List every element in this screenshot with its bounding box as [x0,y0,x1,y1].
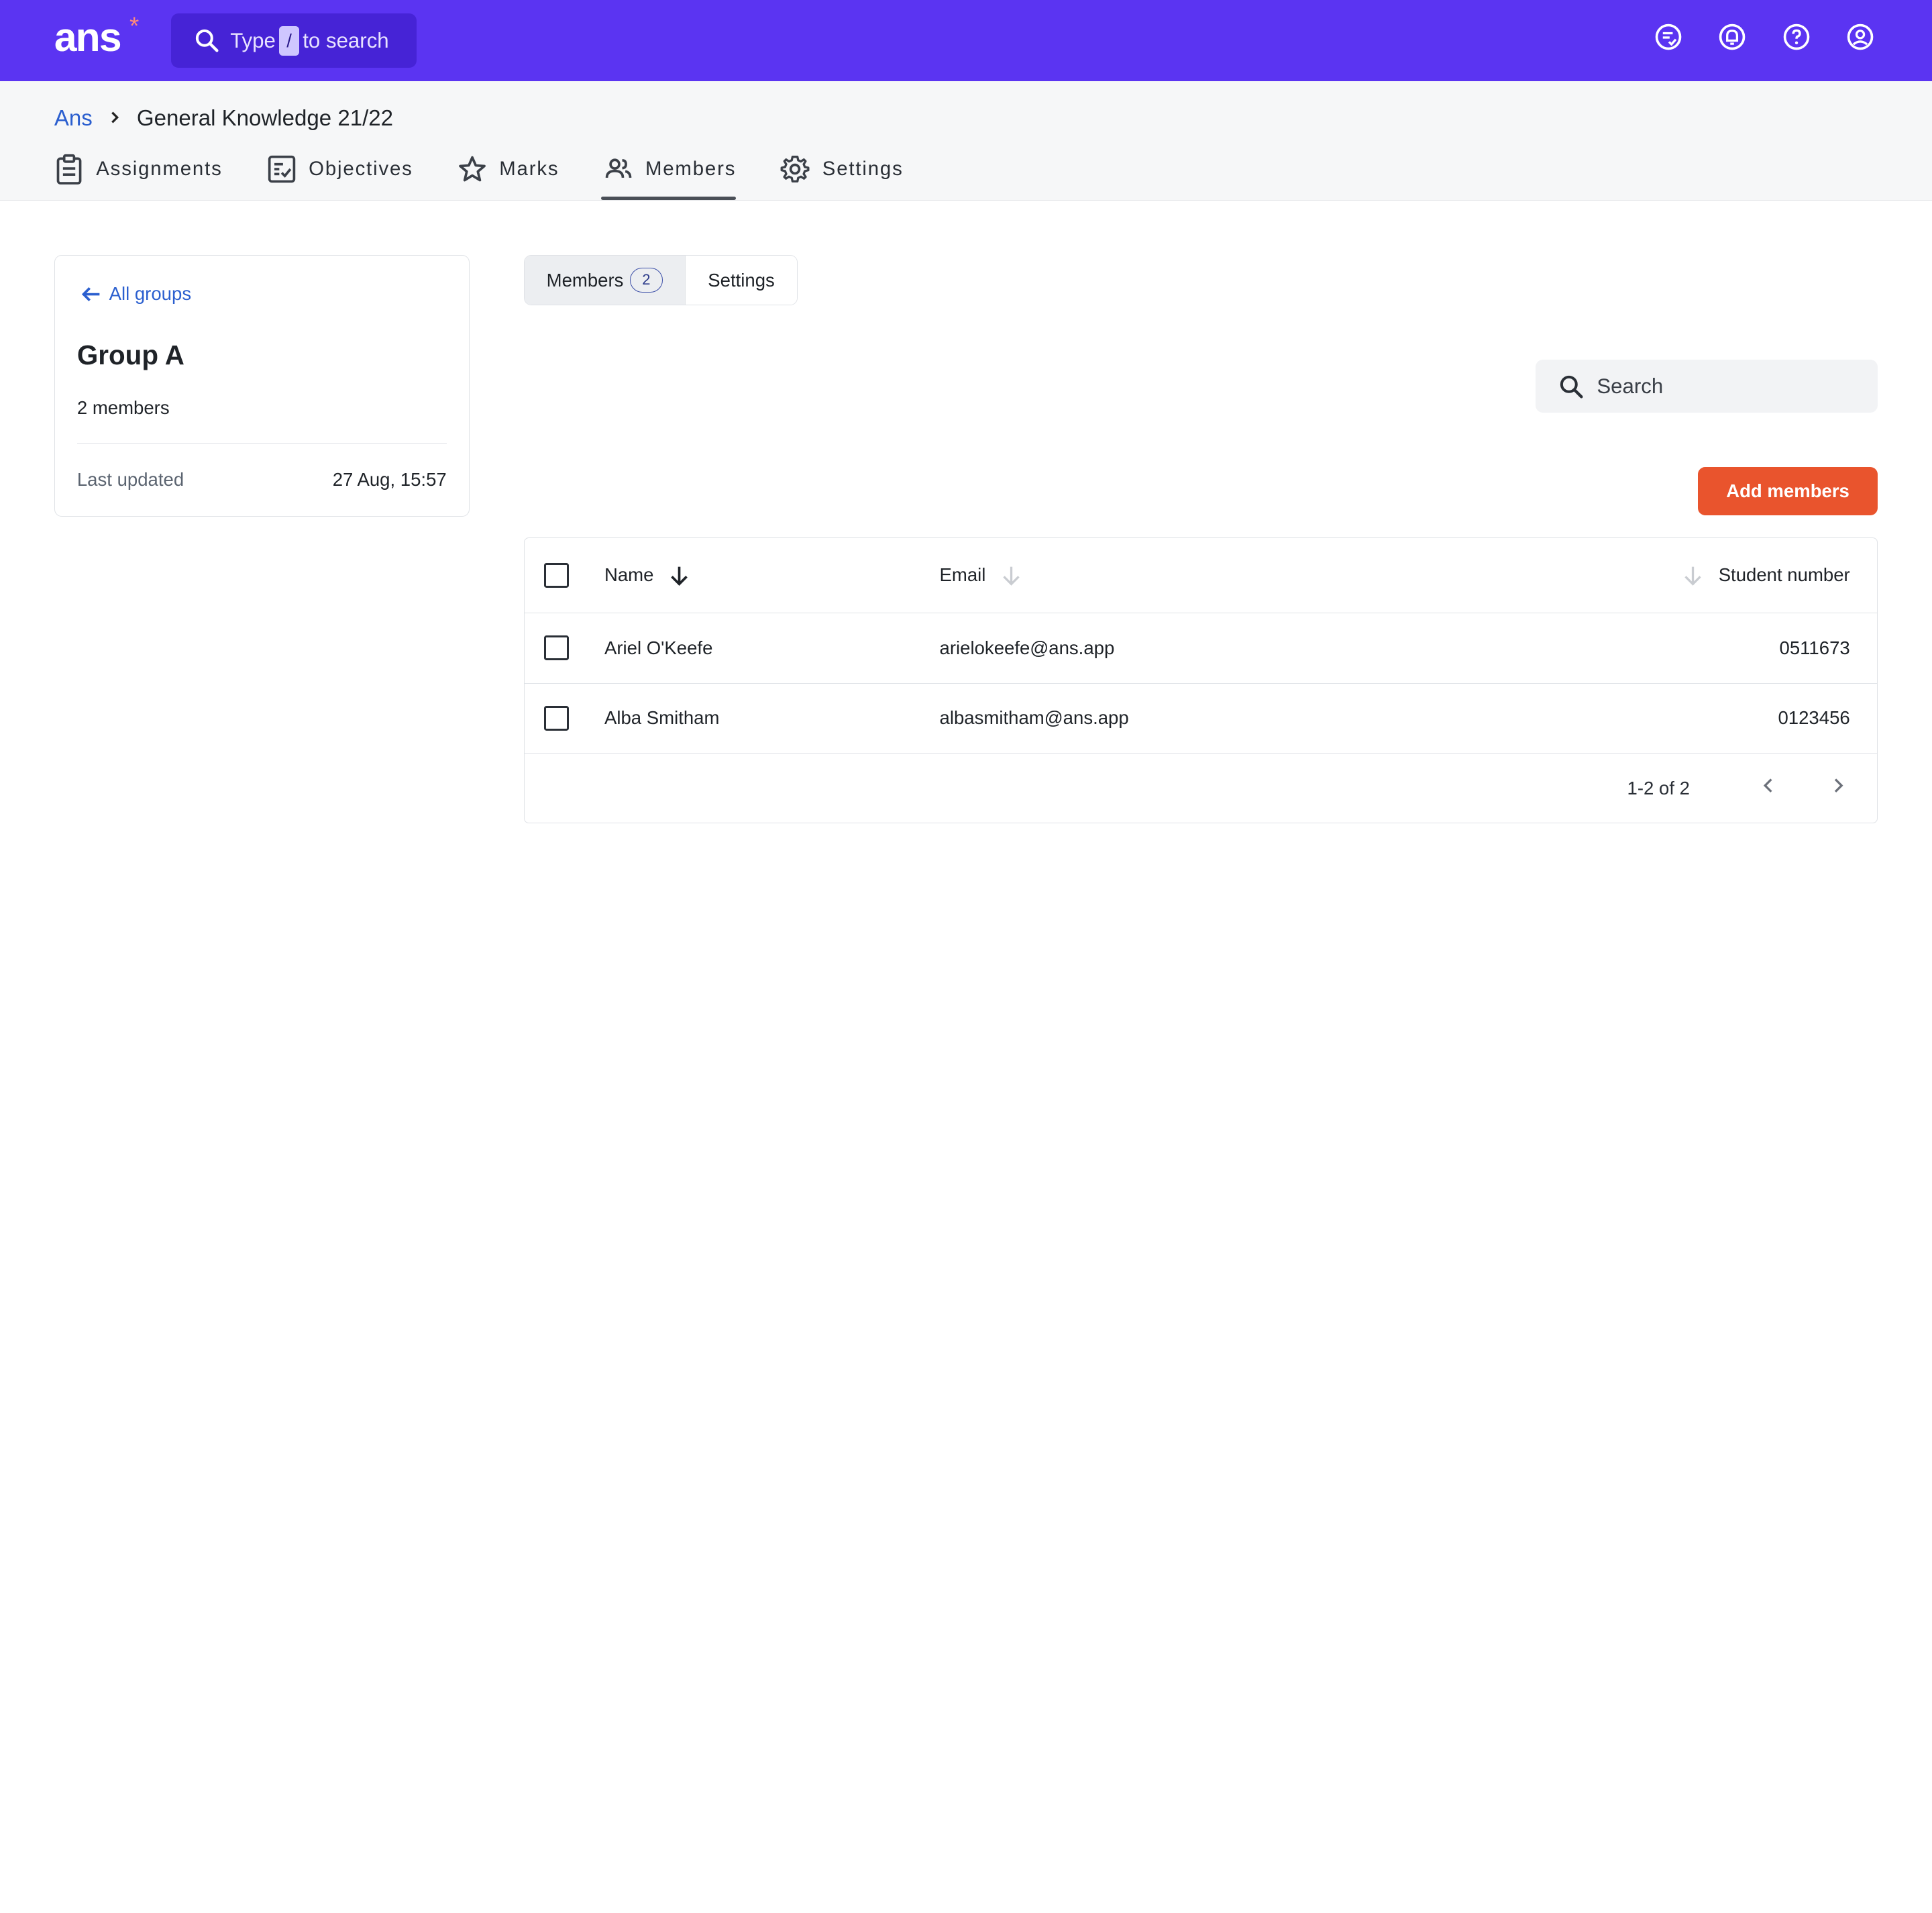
tab-settings[interactable]: Settings [780,144,903,200]
search-prefix: Type [230,28,276,52]
account-icon[interactable] [1845,22,1875,52]
checklist-icon [268,156,295,183]
add-members-button[interactable]: Add members [1697,467,1878,515]
search-placeholder: Search [1597,374,1664,398]
clipboard-icon [56,154,82,185]
members-segment-button[interactable]: Members 2 [524,256,686,305]
feedback-icon[interactable] [1654,22,1683,52]
column-label: Name [604,564,654,586]
arrow-left-icon [81,287,99,301]
tab-marks[interactable]: Marks [458,144,559,200]
search-icon [195,30,219,52]
ans-logo[interactable]: ans * [54,13,139,60]
row-checkbox[interactable] [543,706,569,731]
last-updated-value: 27 Aug, 15:57 [332,468,447,490]
search-icon [1560,375,1583,399]
chevron-right-icon [107,107,122,130]
table-row[interactable]: Ariel O'Keefe arielokeefe@ans.app 051167… [524,613,1878,684]
logo-text: ans [54,13,122,60]
table-header-row: Name Email Student number [524,538,1878,613]
chevron-left-icon [1763,778,1772,793]
tab-members[interactable]: Members [600,144,737,201]
select-all-checkbox[interactable] [543,562,569,588]
table-row[interactable]: Alba Smitham albasmitham@ans.app 0123456 [524,684,1878,754]
member-name: Ariel O'Keefe [604,637,713,658]
star-icon [459,156,486,182]
top-icons [1654,22,1876,52]
table-pagination: 1-2 of 2 [525,754,1878,823]
group-member-count: 2 members [76,397,170,419]
member-search-field[interactable]: Search [1535,360,1878,413]
search-shortcut-key: / [279,25,299,56]
global-search-button[interactable]: Type / to search [171,13,417,68]
breadcrumb-current: General Knowledge 21/22 [136,105,394,131]
tab-label: Objectives [309,158,413,180]
chevron-right-icon [1834,778,1843,793]
page: ans * Type / to search Ans General Knowl… [0,0,1932,1041]
pagination-range: 1-2 of 2 [1627,777,1690,798]
group-title: Group A [76,340,184,371]
member-student-number: 0123456 [1778,707,1850,729]
members-segment-label: Members [546,269,624,291]
search-suffix: to search [303,28,389,52]
member-student-number: 0511673 [1779,637,1850,658]
tab-label: Marks [499,158,559,180]
group-card: All groups Group A 2 members Last update… [54,255,470,517]
column-label: Student number [1718,564,1850,586]
column-label: Email [939,564,986,586]
people-icon [605,158,631,178]
member-email: albasmitham@ans.app [939,707,1129,729]
tab-objectives[interactable]: Objectives [267,144,413,200]
card-divider [76,443,447,444]
member-email: arielokeefe@ans.app [939,637,1115,658]
all-groups-link[interactable]: All groups [80,283,192,305]
name-column-header[interactable]: Name [604,564,691,586]
gear-icon [780,156,810,183]
tab-label: Members [645,158,737,180]
logo-star: * [129,12,139,40]
group-view-switcher: Members 2 Settings [523,255,798,306]
sort-descending-icon [671,566,688,586]
next-page-button[interactable] [1828,776,1847,800]
all-groups-label: All groups [109,283,192,305]
breadcrumb-root-link[interactable]: Ans [54,106,93,132]
sort-arrow-icon [1684,566,1701,586]
members-count-badge: 2 [629,268,663,293]
notifications-icon[interactable] [1717,22,1747,52]
student-number-column-header[interactable]: Student number [1682,564,1850,586]
member-name: Alba Smitham [604,707,720,729]
course-tabs: Assignments Objectives Marks Members Set… [54,144,948,201]
sort-arrow-icon [1003,566,1020,586]
email-column-header[interactable]: Email [940,564,1023,586]
breadcrumb: Ans General Knowledge 21/22 [54,106,393,132]
help-icon[interactable] [1782,22,1811,52]
tab-assignments[interactable]: Assignments [54,144,223,200]
previous-page-button[interactable] [1759,776,1778,800]
members-table: Name Email Student number Ariel O'Keefe … [523,537,1878,823]
top-bar: ans * Type / to search [0,0,1932,82]
last-updated-label: Last updated [76,468,184,490]
tab-label: Settings [822,158,904,180]
row-checkbox[interactable] [543,635,569,661]
tab-label: Assignments [96,158,223,180]
settings-segment-button[interactable]: Settings [686,256,797,305]
course-header: Ans General Knowledge 21/22 Assignments … [0,81,1932,201]
